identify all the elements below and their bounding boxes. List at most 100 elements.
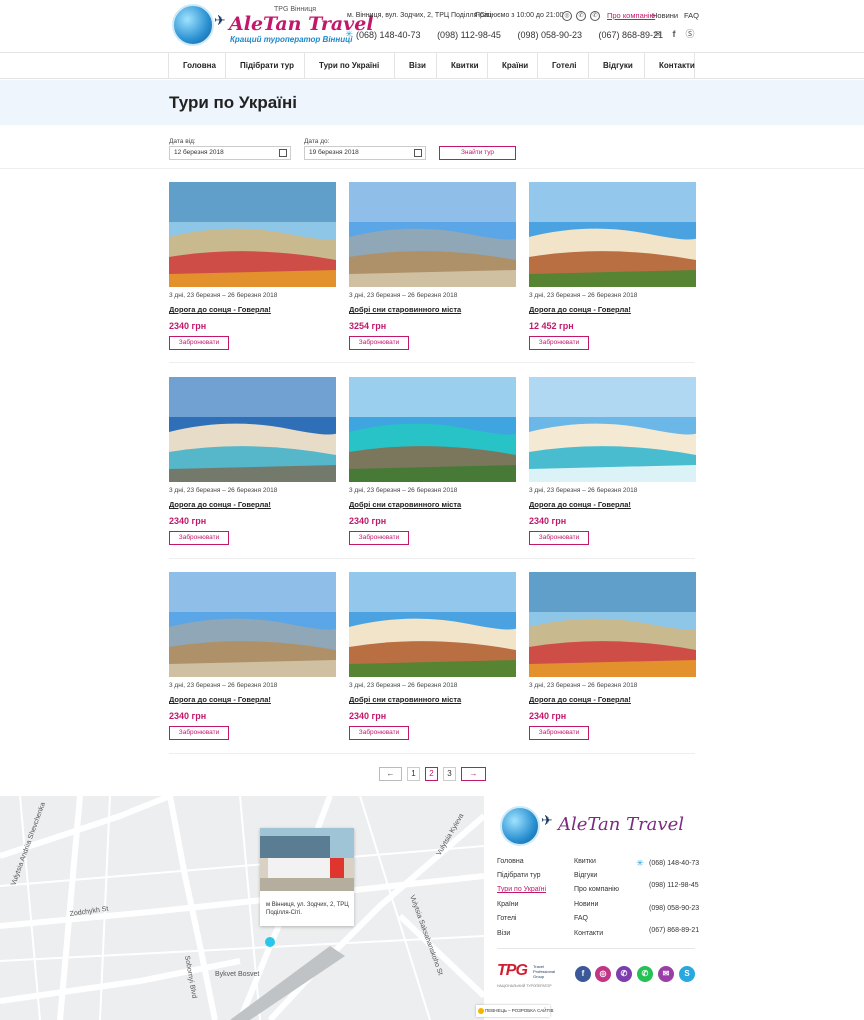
book-button[interactable]: Забронювати <box>349 531 409 545</box>
date-to-input[interactable]: 19 березня 2018 <box>304 146 426 160</box>
page-3-button[interactable]: 3 <box>443 767 456 781</box>
location-map[interactable]: Zodchykh St Sobornyi Blvd Vulytsia Kyiev… <box>0 796 484 1020</box>
footer-link[interactable]: Візи <box>497 930 510 937</box>
tour-photo[interactable] <box>349 182 516 287</box>
phone-3[interactable]: (098) 058-90-23 <box>517 30 582 40</box>
tour-photo[interactable] <box>169 182 336 287</box>
whatsapp-icon[interactable]: ✆ <box>637 966 653 982</box>
footer-phone-2[interactable]: (098) 112-98-45 <box>649 882 699 889</box>
tour-title-link[interactable]: Добрі сни старовинного міста <box>349 695 461 704</box>
facebook-icon[interactable]: f <box>575 966 591 982</box>
book-button[interactable]: Забронювати <box>529 531 589 545</box>
instagram-icon[interactable]: ◎ <box>595 966 611 982</box>
footer-link[interactable]: Відгуки <box>574 872 597 879</box>
date-from-value: 12 березня 2018 <box>174 149 224 156</box>
tour-photo[interactable] <box>529 377 696 482</box>
phone-2[interactable]: (098) 112-98-45 <box>437 30 501 40</box>
tour-photo[interactable] <box>529 572 696 677</box>
footer-logo[interactable]: ✈ AleTan Travel <box>500 806 684 850</box>
logo-small-text: TPG Вінниця <box>274 6 316 13</box>
tour-card: 3 дні, 23 березня – 26 березня 2018 Добрі… <box>349 377 516 552</box>
tour-photo[interactable] <box>169 572 336 677</box>
tour-title-link[interactable]: Дорога до сонця - Говерла! <box>169 500 271 509</box>
nav-ukraine-tours[interactable]: Тури по Україні <box>304 53 394 78</box>
tour-price: 3254 грн <box>349 321 387 331</box>
footer-phone-3[interactable]: (098) 058-90-23 <box>649 905 699 912</box>
tour-photo[interactable] <box>529 182 696 287</box>
footer-link[interactable]: Квитки <box>574 858 596 865</box>
nav-reviews[interactable]: Відгуки <box>588 53 644 78</box>
book-button[interactable]: Забронювати <box>349 336 409 350</box>
calendar-icon[interactable] <box>279 149 287 157</box>
footer-link[interactable]: Про компанію <box>574 886 619 893</box>
footer-link[interactable]: Тури по Україні <box>497 886 546 893</box>
header-link-faq[interactable]: FAQ <box>684 11 699 20</box>
skype-icon[interactable]: Ⓢ <box>685 29 695 39</box>
tour-photo[interactable] <box>349 377 516 482</box>
header-link-news[interactable]: Новини <box>652 11 678 20</box>
tour-card: 3 дні, 23 березня – 26 березня 2018 Дорог… <box>169 377 336 552</box>
plane-icon: ✈ <box>214 12 226 28</box>
map-pin-icon[interactable] <box>265 937 275 947</box>
footer-link[interactable]: Країни <box>497 901 519 908</box>
tour-price: 2340 грн <box>169 711 207 721</box>
footer-brand: AleTan Travel <box>558 814 684 835</box>
page-2-button[interactable]: 2 <box>425 767 438 781</box>
book-button[interactable]: Забронювати <box>169 531 229 545</box>
footer-phone-1[interactable]: (068) 148-40-73 <box>649 860 699 867</box>
whatsapp-icon[interactable]: ✆ <box>590 11 600 21</box>
tour-dates: 3 дні, 23 березня – 26 березня 2018 <box>349 487 458 494</box>
footer-link[interactable]: Новини <box>574 901 598 908</box>
footer-link[interactable]: Контакти <box>574 930 603 937</box>
footer-link[interactable]: Підібрати тур <box>497 872 541 879</box>
tour-title-link[interactable]: Дорога до сонця - Говерла! <box>529 305 631 314</box>
book-button[interactable]: Забронювати <box>169 726 229 740</box>
footer-phone-4[interactable]: (067) 868-89-21 <box>649 927 699 934</box>
footer-link[interactable]: Головна <box>497 858 524 865</box>
header-link-about[interactable]: Про компанію <box>607 11 655 20</box>
viber-icon[interactable]: ✆ <box>576 11 586 21</box>
facebook-icon[interactable]: f <box>669 29 679 39</box>
tour-card: 3 дні, 23 березня – 26 березня 2018 Добрі… <box>349 182 516 357</box>
divider <box>169 753 695 754</box>
nav-hotels[interactable]: Готелі <box>537 53 588 78</box>
tour-dates: 3 дні, 23 березня – 26 березня 2018 <box>169 292 278 299</box>
tour-price: 2340 грн <box>529 516 567 526</box>
skype-icon[interactable]: S <box>679 966 695 982</box>
mail-icon[interactable]: ✉ <box>653 29 663 39</box>
site-logo[interactable]: ✈ TPG Вінниця AleTan Travel Кращий туроп… <box>172 4 374 48</box>
tour-card: 3 дні, 23 березня – 26 березня 2018 Дорог… <box>529 182 696 357</box>
tour-photo[interactable] <box>169 377 336 482</box>
next-page-button[interactable]: → <box>461 767 486 781</box>
page-1-button[interactable]: 1 <box>407 767 420 781</box>
tour-photo[interactable] <box>349 572 516 677</box>
mail-icon[interactable]: ✉ <box>658 966 674 982</box>
phone-1[interactable]: (068) 148-40-73 <box>356 30 421 40</box>
prev-page-button[interactable]: ← <box>379 767 402 781</box>
book-button[interactable]: Забронювати <box>169 336 229 350</box>
book-button[interactable]: Забронювати <box>529 726 589 740</box>
tour-title-link[interactable]: Дорога до сонця - Говерла! <box>169 305 271 314</box>
nav-visas[interactable]: Візи <box>394 53 436 78</box>
book-button[interactable]: Забронювати <box>349 726 409 740</box>
tour-title-link[interactable]: Добрі сни старовинного міста <box>349 500 461 509</box>
nav-home[interactable]: Головна <box>168 53 225 78</box>
nav-countries[interactable]: Країни <box>487 53 537 78</box>
developer-badge[interactable]: ПЕВНЕЦЬ – РОЗРОБКА САЙТІВ <box>476 1005 554 1017</box>
instagram-icon[interactable]: ◎ <box>562 11 572 21</box>
nav-contacts[interactable]: Контакти <box>644 53 695 78</box>
tour-title-link[interactable]: Дорога до сонця - Говерла! <box>529 500 631 509</box>
footer-link[interactable]: Готелі <box>497 915 517 922</box>
tour-title-link[interactable]: Дорога до сонця - Говерла! <box>529 695 631 704</box>
viber-icon[interactable]: ✆ <box>616 966 632 982</box>
tour-title-link[interactable]: Дорога до сонця - Говерла! <box>169 695 271 704</box>
find-tour-button[interactable]: Знайти тур <box>439 146 516 160</box>
date-from-input[interactable]: 12 березня 2018 <box>169 146 291 160</box>
book-button[interactable]: Забронювати <box>529 336 589 350</box>
nav-pick-tour[interactable]: Підібрати тур <box>225 53 304 78</box>
footer-link[interactable]: FAQ <box>574 915 588 922</box>
nav-tickets[interactable]: Квитки <box>436 53 487 78</box>
tour-title-link[interactable]: Добрі сни старовинного міста <box>349 305 461 314</box>
calendar-icon[interactable] <box>414 149 422 157</box>
tpg-partner-logo[interactable]: TPG Travel Professional Group НАЦІОНАЛЬН… <box>497 962 555 988</box>
